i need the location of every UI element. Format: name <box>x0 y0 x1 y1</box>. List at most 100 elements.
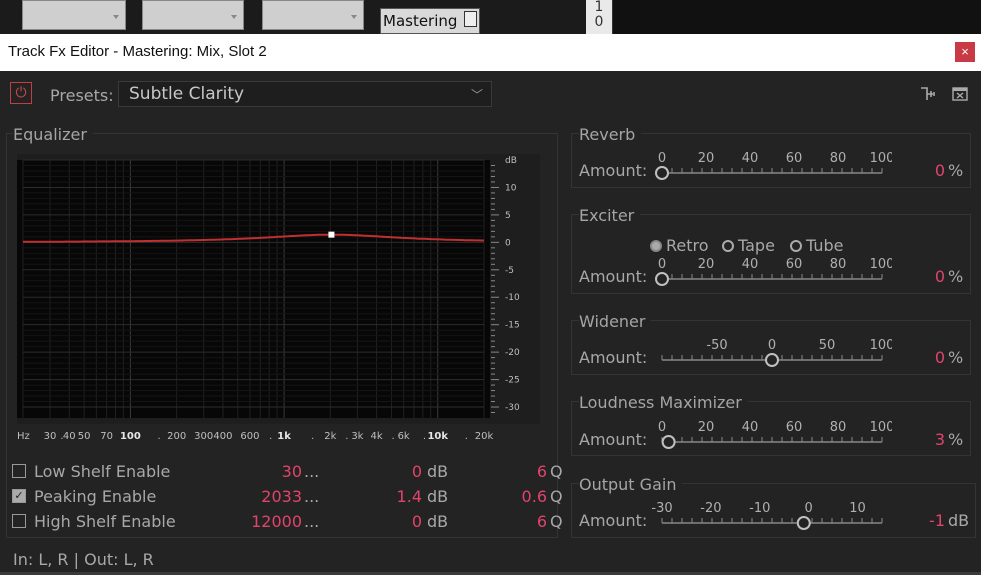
db-axis-label: 5 <box>505 211 511 221</box>
slider-knob <box>765 353 779 367</box>
widener-slider[interactable]: -50 0 50 100 <box>652 337 894 371</box>
output-gain-unit: dB <box>948 511 970 530</box>
freq-axis-label: 6k <box>397 431 410 442</box>
ruler-number: 1 <box>594 0 604 15</box>
eq-peak-node[interactable] <box>328 231 335 238</box>
reverb-slider[interactable]: 0 20 40 60 80 100 <box>652 150 894 184</box>
radio-tape[interactable]: Tape <box>722 236 775 255</box>
exciter-amount-label: Amount: <box>579 267 648 286</box>
freq-axis-label: 20k <box>474 431 494 442</box>
loudness-value[interactable]: 3 <box>895 430 945 449</box>
chevron-down-icon <box>231 15 237 19</box>
slider-scale-label: 20 <box>698 420 715 435</box>
low-shelf-q[interactable]: 6 <box>482 462 547 481</box>
high-shelf-q[interactable]: 6 <box>482 512 547 531</box>
freq-suffix: ... <box>304 512 320 531</box>
freq-axis-label: 10k <box>427 431 449 442</box>
freq-axis-label: 4k <box>370 431 383 442</box>
slider-scale-label: 100 <box>870 257 892 272</box>
exciter-slider[interactable]: 0 20 40 60 80 100 <box>652 256 894 290</box>
db-axis-unit: dB <box>505 156 517 166</box>
peaking-q[interactable]: 0.6 <box>482 487 547 506</box>
freq-axis-label: 1k <box>277 431 291 442</box>
low-shelf-checkbox[interactable] <box>12 464 26 478</box>
reverb-value[interactable]: 0 <box>895 161 945 180</box>
radio-tube[interactable]: Tube <box>790 236 843 255</box>
power-button[interactable]: ⏻ <box>10 82 32 104</box>
slider-scale-label: 0 <box>658 151 666 166</box>
output-gain-slider[interactable]: -30 -20 -10 0 10 <box>651 500 892 534</box>
freq-axis-label: 400 <box>213 431 233 442</box>
freq-axis-label: 600 <box>240 431 260 442</box>
high-shelf-freq[interactable]: 12000 <box>222 512 302 531</box>
low-shelf-gain[interactable]: 0 <box>372 462 422 481</box>
power-icon: ⏻ <box>15 85 27 101</box>
slider-scale-label: 40 <box>742 257 759 272</box>
loudness-slider[interactable]: 0 20 40 60 80 100 <box>652 419 894 453</box>
freq-axis-label: 3k <box>351 431 364 442</box>
freq-axis-dot: . <box>464 431 468 442</box>
eq-curve-graph[interactable]: dB 10 5 0 -5 -10 -15 -20 -25 -30 <box>17 154 540 424</box>
slider-scale-label: 20 <box>698 257 715 272</box>
db-axis-label: 10 <box>505 183 517 193</box>
exciter-title: Exciter <box>579 206 641 225</box>
freq-axis-label: 50 <box>77 431 91 442</box>
reverb-title: Reverb <box>579 125 642 144</box>
chevron-down-icon: ﹀ <box>470 88 483 102</box>
high-shelf-label: High Shelf Enable <box>34 512 176 531</box>
output-gain-amount-label: Amount: <box>579 511 648 530</box>
track-slot[interactable] <box>22 0 126 30</box>
host-track-strip: Mastering 1 0 <box>0 0 981 34</box>
ruler-number: 0 <box>594 14 604 30</box>
exciter-value[interactable]: 0 <box>895 267 945 286</box>
radio-dot-selected <box>650 240 662 252</box>
slider-scale-label: 0 <box>658 420 666 435</box>
peaking-freq[interactable]: 2033 <box>222 487 302 506</box>
presets-label: Presets: <box>50 86 114 105</box>
mastering-track-slot[interactable]: Mastering <box>380 8 480 34</box>
freq-suffix: ... <box>304 462 320 481</box>
reverb-amount-label: Amount: <box>579 161 648 180</box>
db-axis-label: -15 <box>505 321 520 331</box>
output-gain-value[interactable]: -1 <box>895 511 945 530</box>
peaking-gain[interactable]: 1.4 <box>372 487 422 506</box>
widener-unit: % <box>948 348 964 367</box>
bypass-icon[interactable] <box>952 86 968 102</box>
gain-unit: dB <box>427 512 449 531</box>
slider-scale-label: -10 <box>749 501 770 516</box>
freq-axis-dot: . <box>422 431 427 442</box>
widener-value[interactable]: 0 <box>895 348 945 367</box>
low-shelf-label: Low Shelf Enable <box>34 462 171 481</box>
freq-axis-label: 70 <box>100 431 113 442</box>
slider-scale-label: 0 <box>768 338 776 353</box>
db-axis-label: -5 <box>505 266 514 276</box>
fx-toolbar: ⏻ Presets: Subtle Clarity ﹀ <box>0 71 981 119</box>
loudness-title: Loudness Maximizer <box>579 393 748 412</box>
routing-icon[interactable] <box>920 86 936 102</box>
high-shelf-gain[interactable]: 0 <box>372 512 422 531</box>
high-shelf-checkbox[interactable] <box>12 514 26 528</box>
db-axis-label: 0 <box>505 238 511 248</box>
low-shelf-freq[interactable]: 30 <box>222 462 302 481</box>
track-slot[interactable] <box>262 0 364 30</box>
radio-tube-label: Tube <box>806 236 844 255</box>
slider-scale-label: 50 <box>819 338 836 353</box>
chevron-down-icon <box>351 15 357 19</box>
track-slot[interactable] <box>142 0 244 30</box>
high-shelf-row: High Shelf Enable 12000 ... 0 dB 6 Q <box>12 512 563 532</box>
slider-scale-label: 40 <box>742 151 759 166</box>
loudness-amount-label: Amount: <box>579 430 648 449</box>
slider-scale-label: 80 <box>830 151 847 166</box>
freq-axis-label: 200 <box>167 431 187 442</box>
radio-retro[interactable]: Retro <box>650 236 709 255</box>
peaking-checkbox[interactable]: ✓ <box>12 489 26 503</box>
dropdown-icon[interactable] <box>464 11 477 27</box>
peaking-label: Peaking Enable <box>34 487 157 506</box>
radio-dot <box>790 240 802 252</box>
close-button[interactable]: × <box>955 42 975 62</box>
preset-select[interactable]: Subtle Clarity ﹀ <box>118 81 492 107</box>
low-shelf-row: Low Shelf Enable 30 ... 0 dB 6 Q <box>12 462 563 482</box>
peaking-row: ✓ Peaking Enable 2033 ... 1.4 dB 0.6 Q <box>12 487 563 507</box>
freq-axis-dot: . <box>311 431 315 442</box>
slider-knob <box>655 272 669 286</box>
